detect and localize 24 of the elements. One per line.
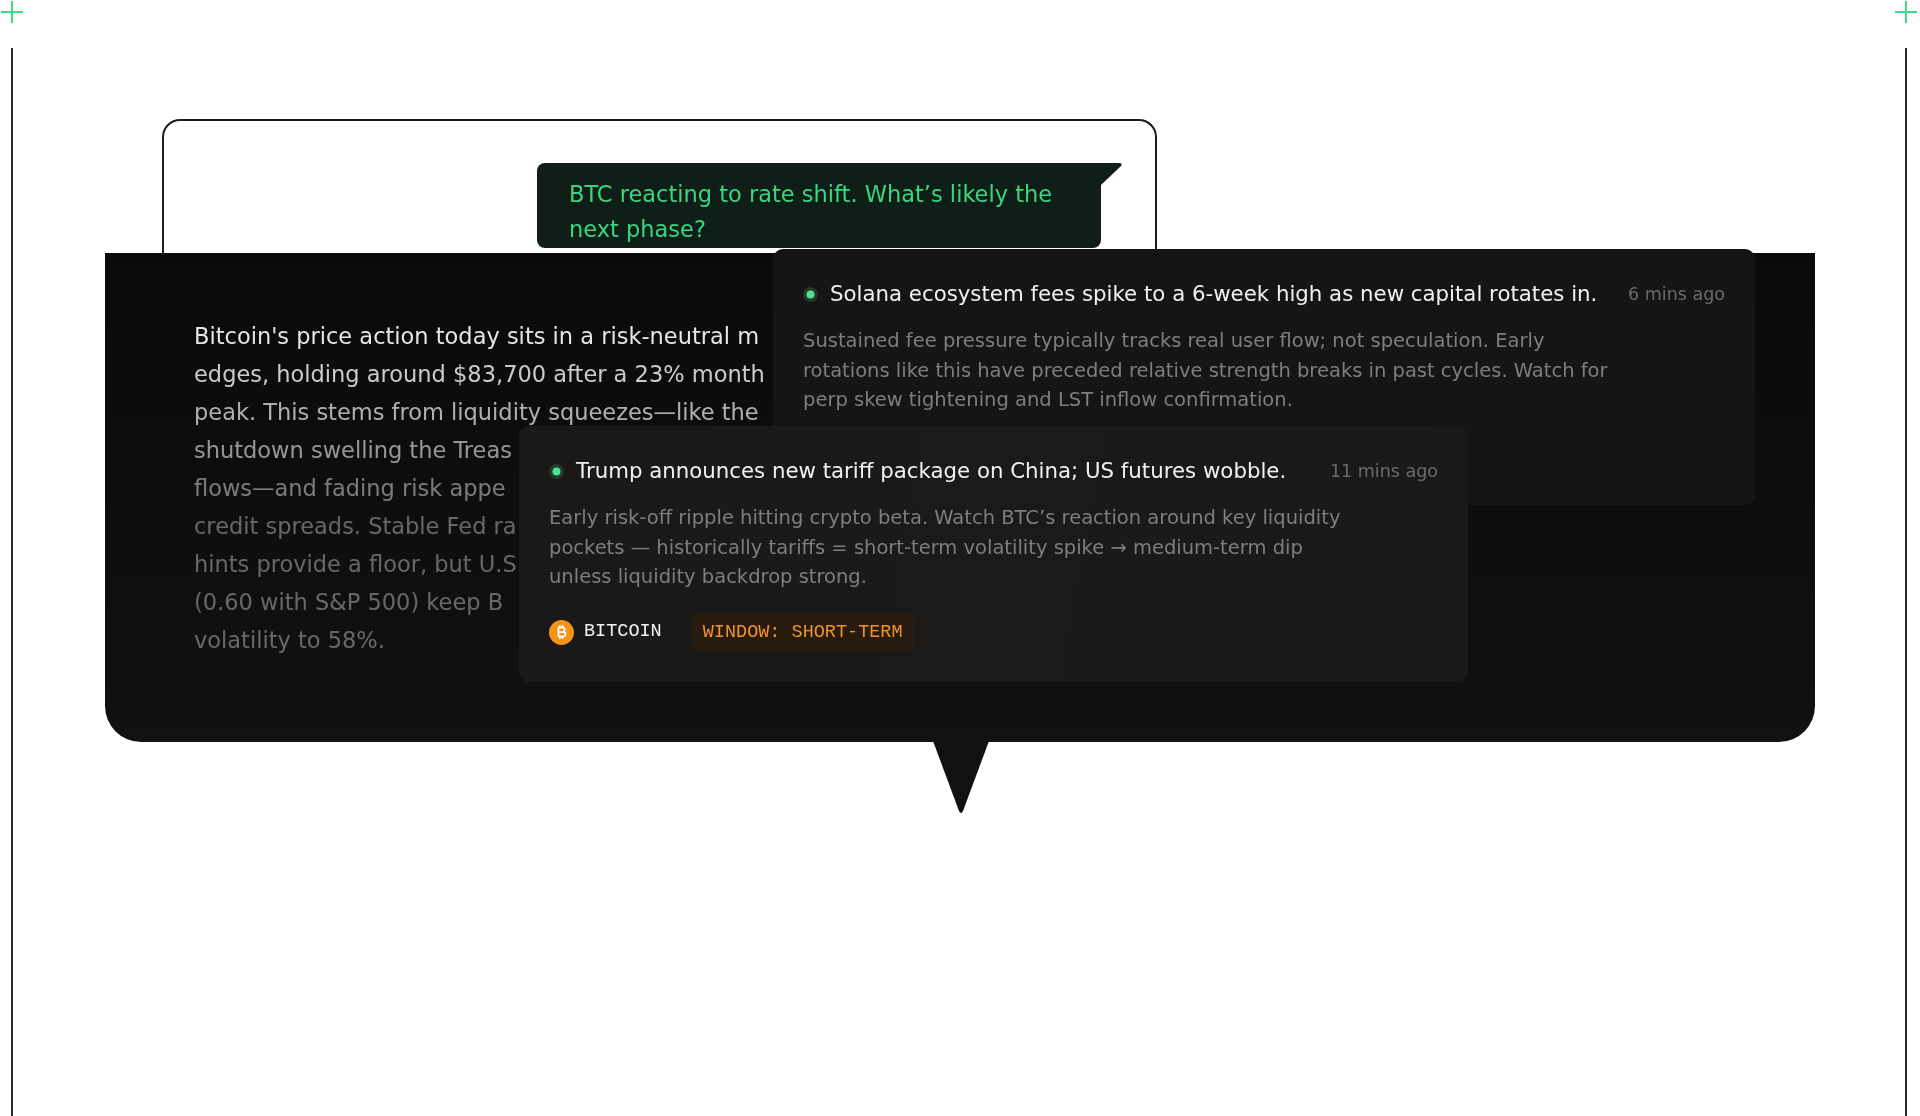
news-title: Solana ecosystem fees spike to a 6-week high as new capital rotates in. [830, 280, 1598, 308]
status-dot-icon [549, 463, 564, 479]
asset-label: BITCOIN [584, 620, 662, 644]
response-text: peak. This stems from liquidity squeezes—like the [194, 398, 759, 427]
response-text: Bitcoin's price action today sits in a risk-neutral m [194, 322, 760, 351]
news-body: Early risk-off ripple hitting crypto beta. Watch BTC’s reaction around key liquidity pockets — historically tariffs = short-term volatility spike → medium-term dip unless liquidity backdrop strong. [549, 505, 1342, 590]
response-text: credit spreads. Stable Fed ra [194, 512, 517, 541]
bubble-tail-icon [1101, 163, 1123, 185]
crosshair-icon [1, 1, 23, 23]
news-time: 6 mins ago [1628, 283, 1725, 306]
response-text: (0.60 with S&P 500) keep B [194, 588, 504, 617]
response-text: edges, holding around $83,700 after a 23% month [194, 360, 765, 389]
response-text: hints provide a floor, but U.S [194, 550, 517, 579]
response-text: flows—and fading risk appe [194, 474, 506, 503]
message-bubble: BTC reacting to rate shift. What’s likely the next phase? [537, 163, 1101, 248]
news-title: Trump announces new tariff package on China; US futures wobble. [576, 457, 1287, 485]
status-dot-icon [803, 286, 818, 302]
response-text: shutdown swelling the Treas [194, 436, 512, 465]
news-time: 11 mins ago [1329, 460, 1438, 483]
response-text: volatility to 58%. [194, 626, 385, 655]
crosshair-icon [1895, 1, 1917, 23]
bitcoin-icon [549, 619, 574, 645]
window-tag: WINDOW: SHORT-TERM [691, 613, 914, 651]
news-body: Sustained fee pressure typically tracks real user flow; not speculation. Early rotations like this have preceded relative strength breaks in past cycles. Watch for perp skew tightening and LST inflow confirmation. [803, 328, 1608, 413]
